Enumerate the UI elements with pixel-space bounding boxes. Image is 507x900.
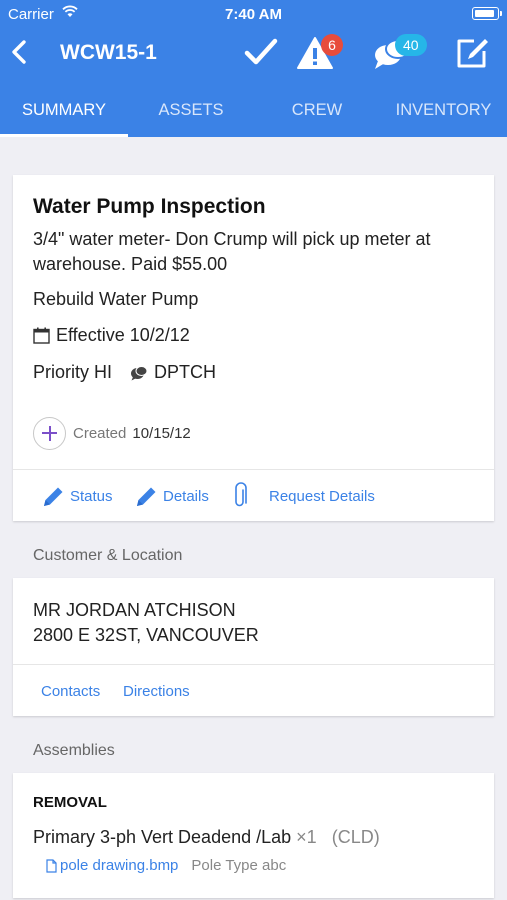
dispatch-label: DPTCH: [154, 362, 217, 382]
assembly-quantity: ×1: [296, 827, 317, 847]
tab-bar: SUMMARY ASSETS CREW INVENTORY: [0, 90, 507, 137]
status-bar: Carrier 7:40 AM: [0, 0, 507, 28]
work-order-description: 3/4" water meter- Don Crump will pick up…: [33, 229, 431, 274]
file-name: pole drawing.bmp: [60, 857, 179, 874]
request-details-label: Request Details: [269, 487, 375, 505]
tab-crew[interactable]: CREW: [254, 90, 380, 137]
divider: [13, 664, 494, 665]
file-link[interactable]: pole drawing.bmp: [46, 857, 178, 874]
work-order-card: Water Pump Inspection 3/4" water meter- …: [13, 175, 494, 521]
alert-count-badge: 6: [321, 34, 343, 56]
assembly-code: (CLD): [331, 827, 380, 847]
contacts-link[interactable]: Contacts: [41, 683, 100, 700]
effective-date-row: Effective 10/2/12: [33, 325, 190, 346]
customer-address: 2800 E 32ST, VANCOUVER: [33, 625, 259, 645]
page-title: WCW15-1: [60, 41, 157, 64]
clock: 7:40 AM: [225, 6, 282, 23]
effective-date: Effective 10/2/12: [56, 325, 190, 345]
details-button[interactable]: Details: [134, 470, 209, 522]
paperclip-icon: [235, 482, 247, 507]
assembly-item: Primary 3-ph Vert Deadend /Lab ×1 (CLD): [33, 827, 380, 848]
created-date: 10/15/12: [132, 424, 191, 442]
work-order-actions: Status Details Request Details: [13, 470, 494, 522]
checkmark-icon[interactable]: [243, 34, 279, 70]
assembly-attachments: pole drawing.bmp Pole Type abc: [46, 857, 286, 874]
battery-icon: [472, 7, 502, 20]
add-button[interactable]: [33, 416, 66, 450]
back-icon[interactable]: [6, 36, 34, 68]
tab-assets[interactable]: ASSETS: [128, 90, 254, 137]
customer-section-label: Customer & Location: [33, 547, 183, 564]
customer-info: MR JORDAN ATCHISON 2800 E 32ST, VANCOUVE…: [33, 598, 259, 648]
customer-name: MR JORDAN ATCHISON: [33, 600, 236, 620]
status-label: Status: [70, 487, 113, 505]
directions-link[interactable]: Directions: [123, 683, 190, 700]
tab-inventory[interactable]: INVENTORY: [380, 90, 507, 137]
priority-row: Priority HI DPTCH: [33, 362, 216, 383]
pencil-icon: [137, 487, 156, 506]
request-details-button[interactable]: Request Details: [231, 470, 375, 522]
status-button[interactable]: Status: [41, 470, 113, 522]
message-count-badge: 40: [395, 34, 427, 56]
created-row: Created 10/15/12: [33, 416, 191, 450]
dispatch-chat-icon: [131, 365, 148, 380]
calendar-icon: [33, 327, 50, 344]
nav-bar: WCW15-1: [0, 28, 507, 78]
work-order-title: Water Pump Inspection: [33, 195, 266, 218]
active-tab-indicator: [0, 134, 128, 137]
customer-card: MR JORDAN ATCHISON 2800 E 32ST, VANCOUVE…: [13, 578, 494, 716]
assemblies-section-label: Assemblies: [33, 742, 115, 759]
assemblies-card: REMOVAL Primary 3-ph Vert Deadend /Lab ×…: [13, 773, 494, 898]
compose-icon[interactable]: [454, 36, 490, 70]
pole-type: Pole Type abc: [191, 857, 287, 874]
details-label: Details: [163, 487, 209, 505]
created-label: Created: [73, 424, 127, 442]
priority-label: Priority HI: [33, 362, 113, 382]
assembly-heading: REMOVAL: [33, 794, 107, 811]
file-icon: [46, 858, 57, 873]
app-header: Carrier 7:40 AM WCW15-1 6 40 SUMMARY ASS…: [0, 0, 507, 137]
tab-summary[interactable]: SUMMARY: [0, 90, 128, 137]
pencil-icon: [44, 487, 63, 506]
work-order-task: Rebuild Water Pump: [33, 289, 199, 309]
assembly-name: Primary 3-ph Vert Deadend /Lab: [33, 827, 292, 847]
